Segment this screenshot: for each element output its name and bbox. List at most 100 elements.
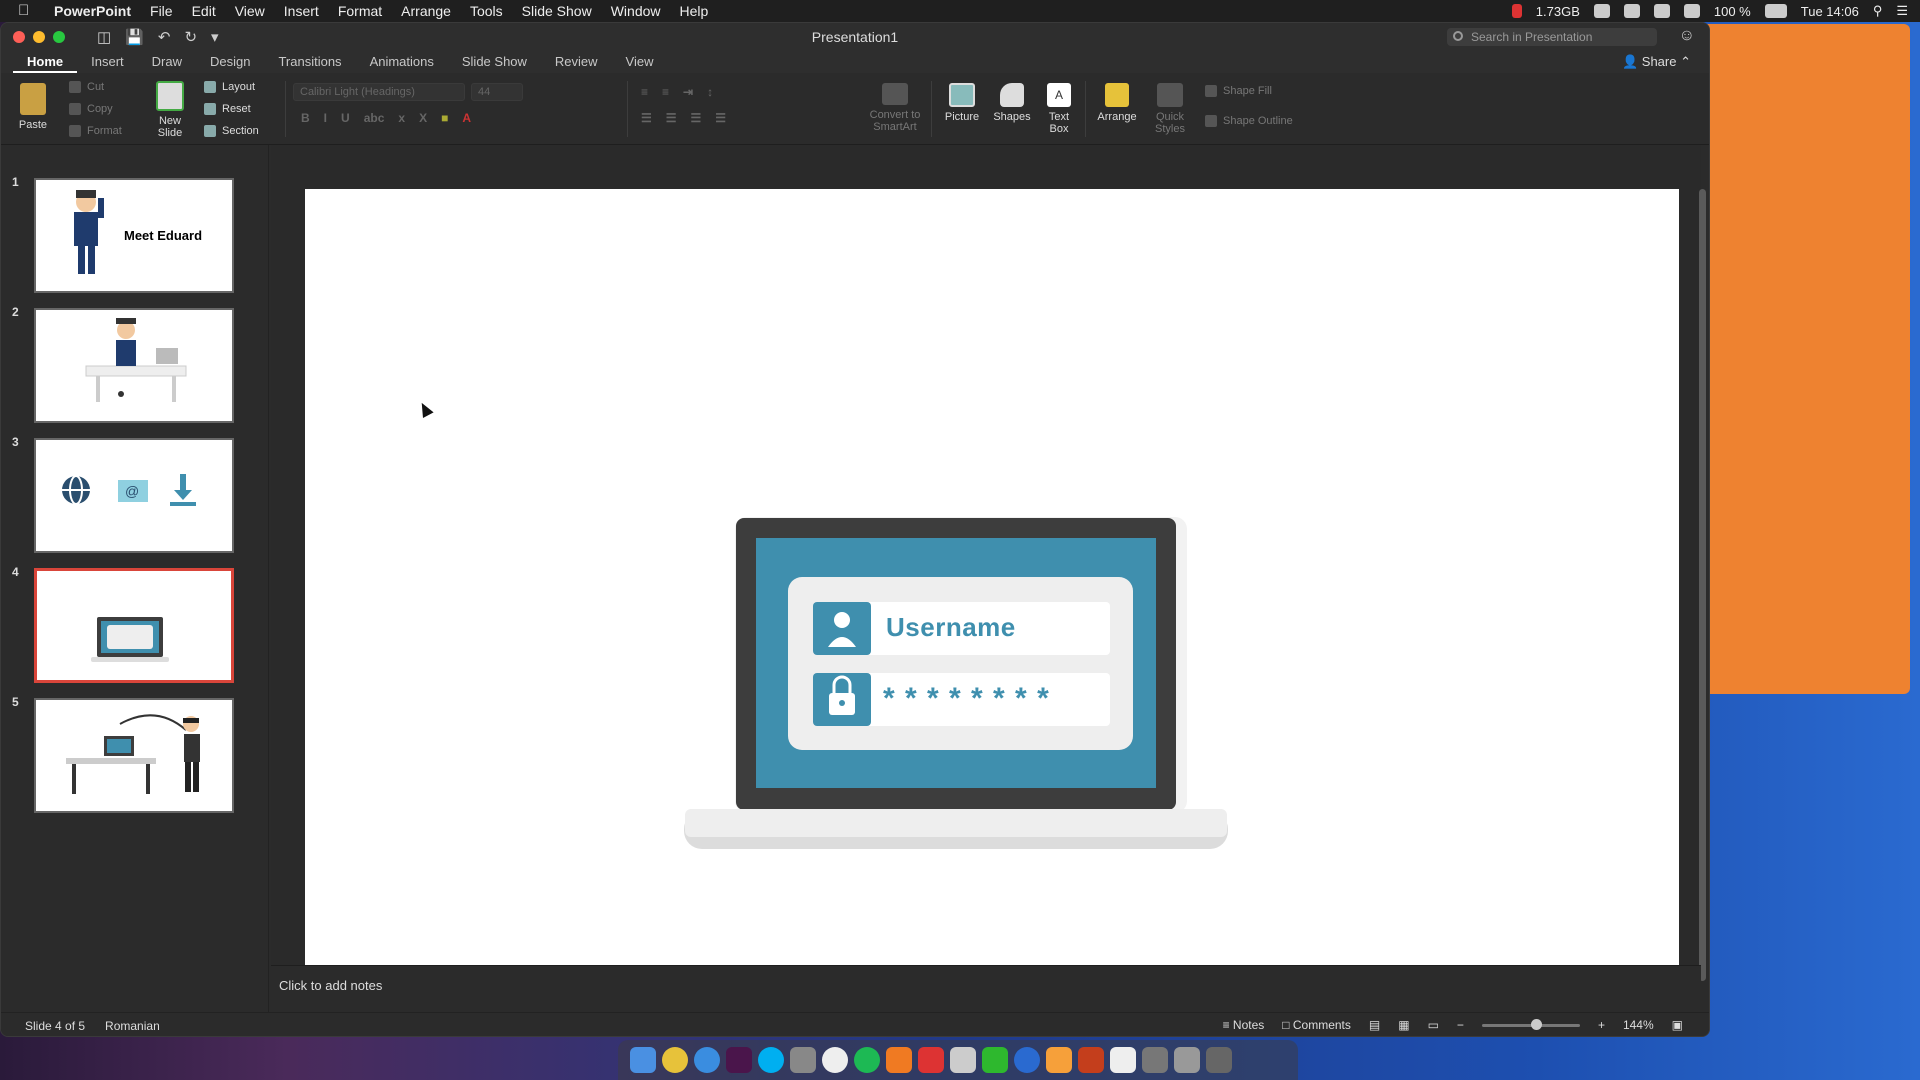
reading-view-icon[interactable]: ▭ xyxy=(1428,1018,1439,1032)
subscript-button[interactable]: x xyxy=(398,111,405,125)
wifi-icon[interactable] xyxy=(1683,4,1700,18)
notes-app-icon[interactable] xyxy=(950,1047,976,1073)
camtasia-icon[interactable] xyxy=(982,1047,1008,1073)
align-left-icon[interactable]: ☰ xyxy=(641,111,652,125)
trash-icon[interactable] xyxy=(1206,1047,1232,1073)
photos-icon[interactable] xyxy=(1046,1047,1072,1073)
comments-button[interactable]: □ Comments xyxy=(1282,1018,1351,1032)
menu-file[interactable]: File xyxy=(150,3,173,19)
reset-button[interactable]: Reset xyxy=(204,103,251,115)
menu-help[interactable]: Help xyxy=(680,3,709,19)
format-painter-button[interactable]: Format xyxy=(69,125,122,137)
superscript-button[interactable]: X xyxy=(419,111,427,125)
fit-to-window-icon[interactable]: ▣ xyxy=(1672,1018,1683,1032)
menu-arrange[interactable]: Arrange xyxy=(401,3,451,19)
menu-format[interactable]: Format xyxy=(338,3,382,19)
arrange-button[interactable]: Arrange xyxy=(1093,83,1141,123)
convert-smartart-button[interactable]: Convert to SmartArt xyxy=(865,83,925,133)
zoom-level[interactable]: 144% xyxy=(1623,1018,1654,1032)
apple-icon[interactable]:  xyxy=(18,3,34,19)
feedback-smiley-icon[interactable]: ☺ xyxy=(1679,27,1695,45)
align-right-icon[interactable]: ☰ xyxy=(691,111,702,125)
powerpoint-icon[interactable] xyxy=(1078,1047,1104,1073)
copy-button[interactable]: Copy xyxy=(69,103,113,115)
menu-tools[interactable]: Tools xyxy=(470,3,503,19)
highlight-icon[interactable]: ■ xyxy=(441,111,448,125)
dropbox-icon[interactable] xyxy=(1623,4,1640,18)
paste-button[interactable]: Paste xyxy=(13,83,53,131)
cloud-icon[interactable] xyxy=(1593,4,1610,18)
tab-transitions[interactable]: Transitions xyxy=(264,51,355,73)
slide-thumbnail-2[interactable] xyxy=(34,308,234,423)
notification-center-icon[interactable]: ☰ xyxy=(1896,3,1908,19)
slack-icon[interactable] xyxy=(726,1047,752,1073)
spotlight-icon[interactable]: ⚲ xyxy=(1873,3,1883,19)
todoist-icon[interactable] xyxy=(918,1047,944,1073)
chrome-icon[interactable] xyxy=(662,1047,688,1073)
skype-icon[interactable] xyxy=(758,1047,784,1073)
tab-design[interactable]: Design xyxy=(196,51,264,73)
align-center-icon[interactable]: ☰ xyxy=(666,111,677,125)
zoom-out-button[interactable]: − xyxy=(1457,1018,1464,1032)
browser-icon[interactable] xyxy=(1014,1047,1040,1073)
login-laptop-graphic[interactable] xyxy=(305,189,1679,965)
menu-edit[interactable]: Edit xyxy=(192,3,216,19)
quick-styles-button[interactable]: Quick Styles xyxy=(1149,83,1191,135)
tab-home[interactable]: Home xyxy=(13,51,78,73)
clock-app-icon[interactable] xyxy=(822,1047,848,1073)
search-input[interactable]: Search in Presentation xyxy=(1447,28,1657,46)
document-icon[interactable] xyxy=(1110,1047,1136,1073)
tab-view[interactable]: View xyxy=(612,51,668,73)
text-box-button[interactable]: A Text Box xyxy=(1041,83,1077,135)
layout-button[interactable]: Layout xyxy=(204,81,255,93)
strikethrough-button[interactable]: abc xyxy=(364,111,385,125)
butterfly-icon[interactable] xyxy=(1653,4,1670,18)
new-slide-button[interactable]: New Slide xyxy=(149,81,191,139)
indent-icon[interactable]: ⇥ xyxy=(683,85,693,99)
picture-button[interactable]: Picture xyxy=(941,83,983,123)
slide-thumbnail-4[interactable] xyxy=(34,568,234,683)
spotlify-icon[interactable] xyxy=(854,1047,880,1073)
italic-button[interactable]: I xyxy=(324,111,327,125)
normal-view-icon[interactable]: ▤ xyxy=(1369,1018,1380,1032)
clock[interactable]: Tue 14:06 xyxy=(1801,4,1859,19)
section-button[interactable]: Section xyxy=(204,125,259,137)
notes-button[interactable]: ≡ Notes xyxy=(1223,1018,1265,1032)
font-name-select[interactable]: Calibri Light (Headings) xyxy=(293,83,465,101)
menu-app-name[interactable]: PowerPoint xyxy=(54,3,131,19)
slide-thumbnail-3[interactable]: @ xyxy=(34,438,234,553)
battery-icon[interactable] xyxy=(1764,4,1787,18)
font-size-select[interactable]: 44 xyxy=(471,83,523,101)
downloads-icon[interactable] xyxy=(1174,1047,1200,1073)
zoom-slider[interactable] xyxy=(1481,1018,1580,1030)
battery-percent[interactable]: 100 % xyxy=(1714,4,1751,19)
menu-slide-show[interactable]: Slide Show xyxy=(522,3,592,19)
shape-fill-button[interactable]: Shape Fill xyxy=(1205,85,1272,97)
tab-review[interactable]: Review xyxy=(541,51,612,73)
tab-slide-show[interactable]: Slide Show xyxy=(448,51,541,73)
zoom-slider-knob[interactable] xyxy=(1530,1018,1542,1030)
record-icon[interactable] xyxy=(1511,4,1522,18)
tab-animations[interactable]: Animations xyxy=(356,51,448,73)
menu-insert[interactable]: Insert xyxy=(284,3,319,19)
justify-icon[interactable]: ☰ xyxy=(715,111,726,125)
cut-button[interactable]: Cut xyxy=(69,81,104,93)
rocket-icon[interactable] xyxy=(790,1047,816,1073)
tab-draw[interactable]: Draw xyxy=(138,51,196,73)
menu-view[interactable]: View xyxy=(235,3,265,19)
underline-button[interactable]: U xyxy=(341,111,350,125)
shapes-button[interactable]: Shapes xyxy=(991,83,1033,123)
memory-readout[interactable]: 1.73GB xyxy=(1536,4,1580,19)
shape-outline-button[interactable]: Shape Outline xyxy=(1205,115,1293,127)
vertical-scrollbar[interactable] xyxy=(1699,189,1706,981)
notes-pane[interactable]: Click to add notes xyxy=(271,965,1701,1011)
finder-icon[interactable] xyxy=(630,1047,656,1073)
numbering-icon[interactable]: ≡ xyxy=(662,85,669,99)
zoom-in-button[interactable]: + xyxy=(1598,1018,1605,1032)
current-slide[interactable]: Username * * * * * * * * xyxy=(305,189,1679,965)
sublime-icon[interactable] xyxy=(886,1047,912,1073)
bold-button[interactable]: B xyxy=(301,111,310,125)
safari-icon[interactable] xyxy=(694,1047,720,1073)
background-window[interactable] xyxy=(1700,24,1910,694)
share-button[interactable]: 👤 Share ⌃ xyxy=(1622,54,1691,70)
